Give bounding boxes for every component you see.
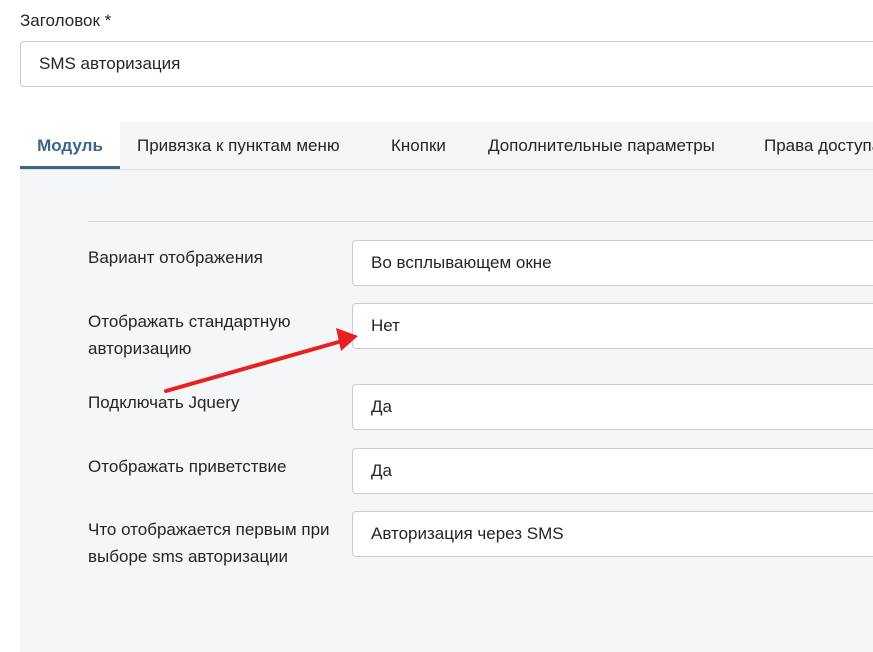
- title-label: Заголовок *: [20, 11, 112, 30]
- field-label-display-variant: Вариант отображения: [88, 248, 263, 267]
- standard-auth-select[interactable]: Нет: [352, 303, 873, 349]
- display-variant-select[interactable]: Во всплывающем окне: [352, 240, 873, 286]
- tab-advanced[interactable]: Дополнительные параметры: [488, 122, 715, 169]
- first-shown-select[interactable]: Авторизация через SMS: [352, 511, 873, 557]
- field-label-first-shown: Что отображается первым при выборе sms а…: [88, 520, 330, 566]
- field-label-jquery: Подключать Jquery: [88, 393, 240, 412]
- jquery-select[interactable]: Да: [352, 384, 873, 430]
- tab-permissions[interactable]: Права доступа: [764, 122, 873, 169]
- divider: [88, 221, 873, 222]
- title-input[interactable]: SMS авторизация: [20, 41, 873, 87]
- field-label-greeting: Отображать приветствие: [88, 457, 287, 476]
- field-label-standard-auth: Отображать стандартную авторизацию: [88, 312, 291, 358]
- tab-bar: Модуль Привязка к пунктам меню Кнопки До…: [20, 122, 873, 170]
- tab-module[interactable]: Модуль: [20, 122, 120, 169]
- tab-menu-assignment[interactable]: Привязка к пунктам меню: [137, 122, 340, 169]
- greeting-select[interactable]: Да: [352, 448, 873, 494]
- tab-buttons[interactable]: Кнопки: [391, 122, 446, 169]
